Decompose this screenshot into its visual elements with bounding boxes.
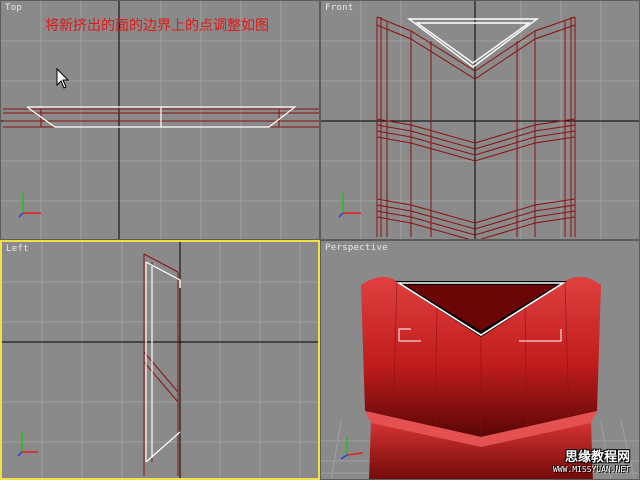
axis-tripod-left-icon bbox=[17, 432, 38, 457]
front-wire-mesh bbox=[376, 16, 576, 239]
site-watermark: 思缘教程网 WWW.MISSYUAN.NET bbox=[553, 446, 630, 474]
perspective-view-canvas bbox=[321, 276, 639, 479]
viewport-perspective[interactable]: Perspective bbox=[320, 240, 640, 480]
viewport-top[interactable]: Top 将新挤出的面的边界上的点调整如图 bbox=[0, 0, 320, 240]
left-selected-edges bbox=[145, 261, 181, 463]
viewport-front[interactable]: Front bbox=[320, 0, 640, 240]
axis-tripod-top-icon bbox=[18, 193, 41, 218]
left-view-canvas bbox=[2, 242, 318, 478]
instruction-caption: 将新挤出的面的边界上的点调整如图 bbox=[45, 18, 269, 34]
viewport-label-top[interactable]: Top bbox=[5, 3, 22, 13]
top-view-canvas bbox=[1, 1, 319, 239]
axis-tripod-perspective-icon bbox=[340, 437, 364, 460]
watermark-site-name: 思缘教程网 bbox=[564, 450, 630, 465]
axis-tripod-front-icon bbox=[338, 193, 361, 218]
mouse-cursor-icon bbox=[56, 67, 70, 89]
viewport-left[interactable]: Left bbox=[0, 240, 320, 480]
top-selected-edges bbox=[26, 106, 297, 128]
left-wire-mesh bbox=[143, 253, 179, 476]
viewport-label-left[interactable]: Left bbox=[6, 244, 29, 254]
viewport-label-front[interactable]: Front bbox=[325, 3, 354, 13]
watermark-url: WWW.MISSYUAN.NET bbox=[552, 465, 630, 474]
front-view-canvas bbox=[321, 1, 639, 239]
viewport-label-perspective[interactable]: Perspective bbox=[325, 243, 388, 253]
